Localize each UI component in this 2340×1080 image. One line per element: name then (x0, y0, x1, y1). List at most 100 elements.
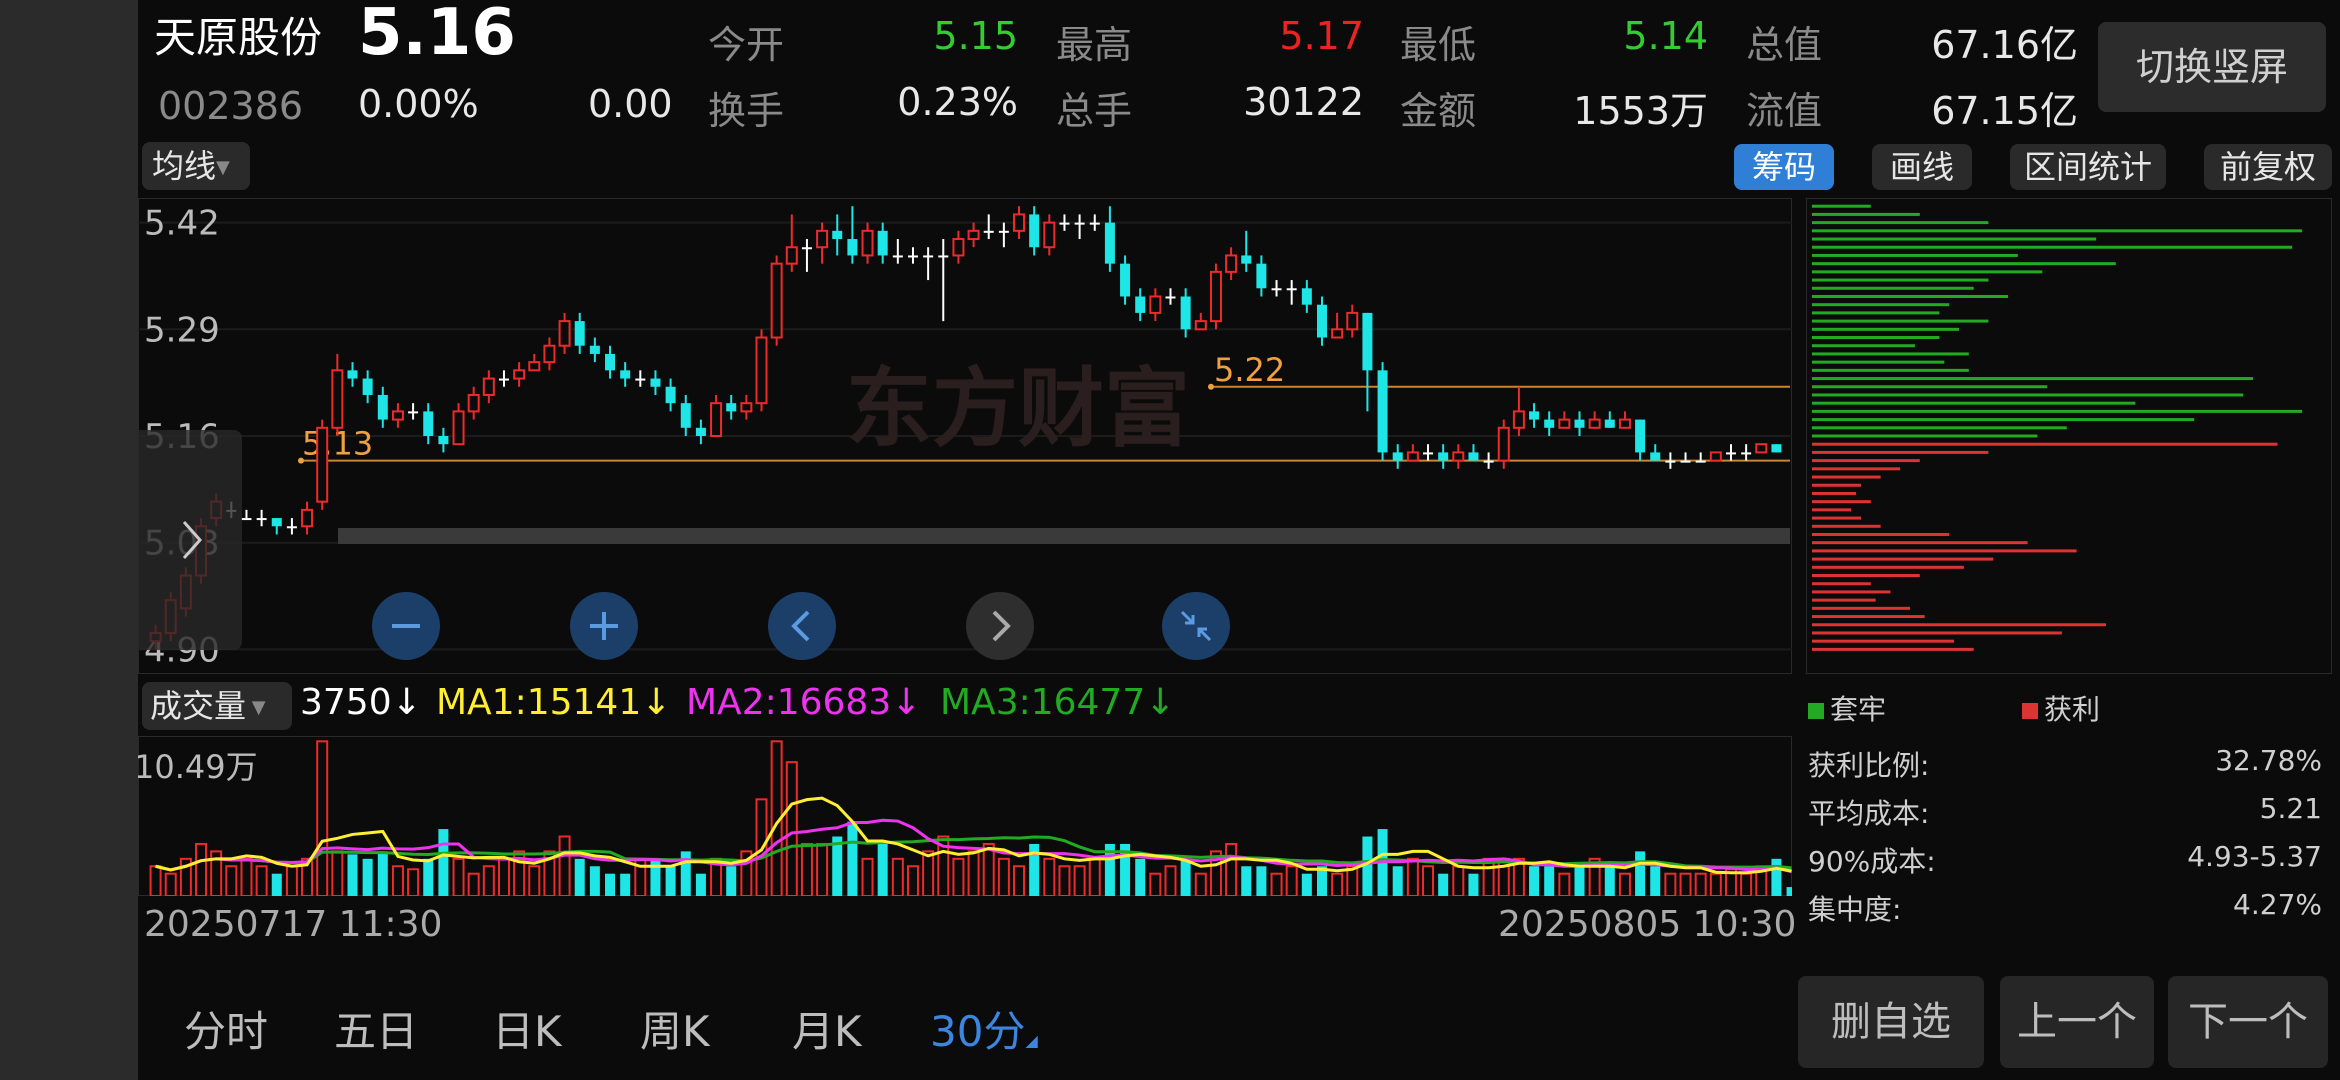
chips-button[interactable]: 筹码 (1734, 144, 1834, 190)
volume-bar (1285, 865, 1298, 896)
candle-body (1043, 221, 1056, 249)
quote-label-low: 最低 (1400, 23, 1477, 67)
remove-watchlist-button[interactable]: 删自选 (1798, 976, 1984, 1068)
range-stats-button[interactable]: 区间统计 (2010, 144, 2166, 190)
volume-bar (164, 872, 177, 896)
candle-body (1377, 370, 1388, 453)
candle-body (967, 229, 980, 241)
adjust-price-button[interactable]: 前复权 (2204, 144, 2332, 190)
draw-line-button[interactable]: 画线 (1872, 144, 1972, 190)
candle-body (1483, 460, 1494, 463)
switch-portrait-button[interactable]: 切换竖屏 (2098, 22, 2326, 112)
scroll-left-button[interactable] (766, 590, 838, 662)
volume-bar (1604, 866, 1615, 896)
chip-bar (1812, 606, 1910, 610)
quote-label-amount: 金额 (1400, 89, 1477, 133)
candle-body (528, 361, 541, 372)
quote-label-total-cap: 总值 (1746, 23, 1823, 67)
tab-30-min[interactable]: 30分◢ (930, 998, 1038, 1059)
previous-stock-button[interactable]: 上一个 (2000, 976, 2154, 1068)
volume-bar (347, 854, 358, 896)
candle-body (377, 394, 388, 420)
chip-bar (1812, 475, 1881, 479)
volume-bar (1771, 858, 1782, 896)
volume-bar (816, 842, 829, 896)
scroll-right-button[interactable] (964, 590, 1036, 662)
candle-body (861, 229, 874, 257)
zoom-in-button[interactable] (568, 590, 640, 662)
expand-side-panel-handle[interactable] (138, 430, 242, 650)
volume-bar (316, 740, 329, 896)
candle-body (1709, 451, 1722, 462)
volume-bar (1043, 857, 1056, 896)
chip-bar (1812, 294, 2008, 298)
reset-zoom-button[interactable] (1160, 590, 1232, 662)
candle-body (983, 230, 994, 233)
next-stock-button[interactable]: 下一个 (2168, 976, 2328, 1068)
candle-body (695, 427, 706, 436)
candle-body (1149, 295, 1162, 314)
candle-body (816, 229, 829, 249)
candle-body (877, 230, 888, 256)
tab-five-day[interactable]: 五日 (334, 998, 418, 1059)
chip-bar (1812, 360, 1945, 364)
candle-body (1286, 288, 1297, 291)
candle-body (331, 369, 344, 429)
volume-bar (982, 842, 995, 896)
candle-body (680, 403, 691, 428)
chip-bar (1812, 221, 1989, 225)
volume-bar (665, 866, 676, 896)
chip-bar (1812, 467, 1901, 471)
zoom-out-button[interactable] (370, 590, 442, 662)
quote-value-total-cap: 67.16亿 (1931, 23, 2078, 67)
tab-daily-k[interactable]: 日K (492, 998, 562, 1059)
candle-body (635, 378, 646, 381)
stat-label-90-cost: 90%成本: (1808, 845, 1936, 878)
tab-monthly-k[interactable]: 月K (792, 998, 862, 1059)
chip-bar (1812, 647, 1974, 651)
volume-bar (1194, 872, 1207, 896)
candle-body (726, 403, 737, 412)
volume-current: 3750↓ (300, 682, 422, 723)
candle-body (1755, 443, 1768, 454)
candle-body (1695, 460, 1706, 463)
legend-trapped-label: 套牢 (1830, 693, 1887, 726)
candle-body (1209, 270, 1222, 323)
volume-bar (877, 843, 888, 896)
down-arrow-icon: ↓ (1145, 682, 1176, 723)
stock-name: 天原股份 (154, 13, 323, 62)
tab-intraday[interactable]: 分时 (184, 998, 268, 1059)
chip-bar (1812, 598, 1876, 602)
horizontal-scroll-bar[interactable] (338, 528, 1790, 544)
candle-body (1029, 214, 1040, 248)
candle-body (271, 518, 282, 527)
indicator-dropdown[interactable]: 成交量 ▼ (142, 682, 292, 730)
volume-bar (452, 857, 465, 896)
candle-body (1771, 444, 1782, 453)
dropdown-caret-icon: ▼ (216, 157, 230, 178)
main-panel: 天原股份 5.16 002386 0.00% 0.00 今开 5.15 最高 5… (138, 0, 2340, 1080)
candle-body (1104, 222, 1115, 264)
volume-chart[interactable]: 10.49万 (138, 736, 1792, 896)
volume-bar (1058, 865, 1071, 896)
chip-bar (1812, 557, 1994, 561)
chip-bar (1812, 336, 1940, 340)
candle-body (1680, 460, 1691, 463)
chip-bar (1812, 245, 2293, 249)
volume-bar (558, 835, 571, 896)
volume-bar (1558, 872, 1571, 896)
legend-profit-swatch (2022, 703, 2038, 719)
volume-bar (785, 761, 798, 896)
volume-bar (997, 857, 1010, 896)
candle-body (589, 345, 600, 354)
volume-bar (1574, 866, 1585, 896)
tab-weekly-k[interactable]: 周K (640, 998, 710, 1059)
volume-bar (362, 858, 373, 896)
candle-body (650, 378, 661, 387)
quote-value-low: 5.14 (1623, 14, 1708, 58)
volume-bar (1468, 873, 1479, 896)
stat-value-avg-cost: 5.21 (2259, 792, 2322, 825)
ma-dropdown[interactable]: 均线▼ (142, 142, 250, 190)
high-marker-label: 5.22 (1214, 351, 1285, 389)
candle-body (620, 370, 631, 379)
